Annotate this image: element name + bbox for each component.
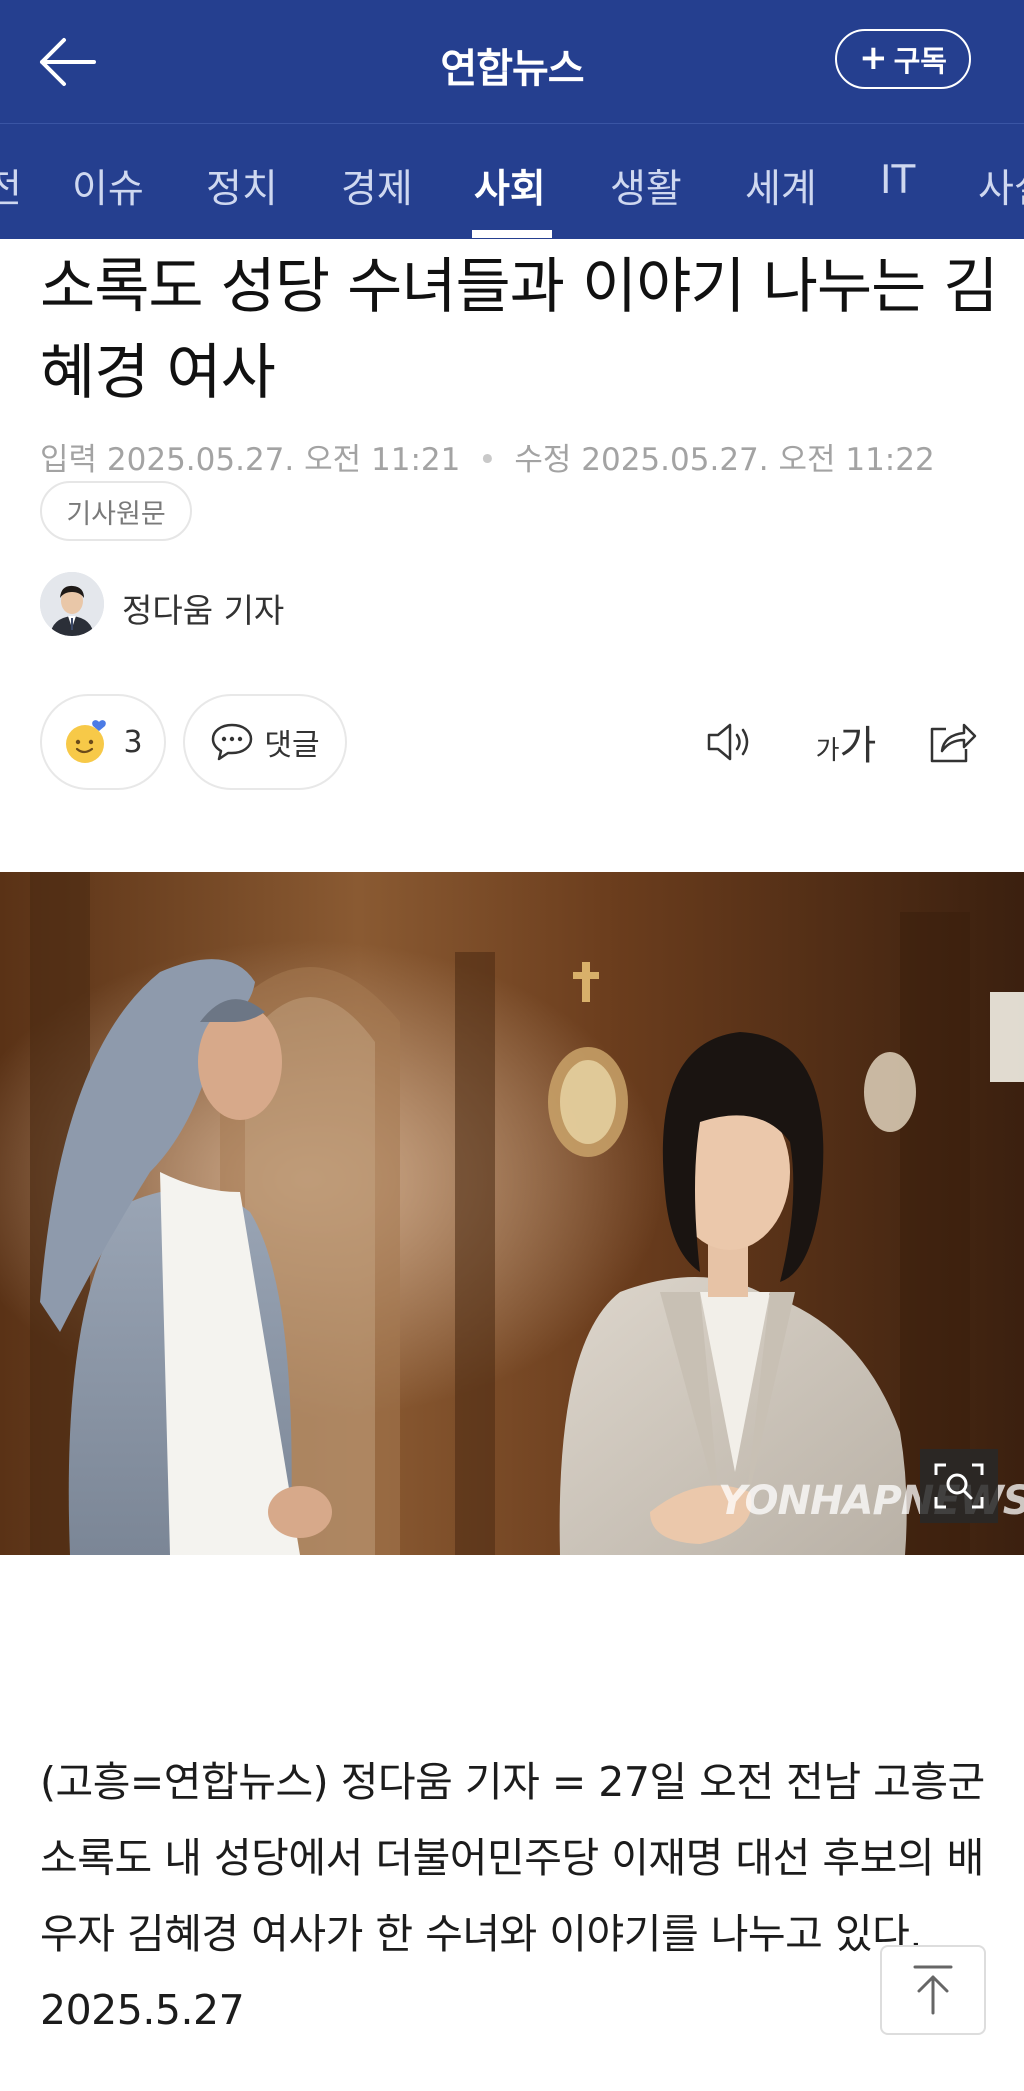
- font-size-large: 가: [839, 723, 877, 769]
- reaction-count: 3: [123, 724, 143, 760]
- original-article-button[interactable]: 기사원문: [40, 481, 192, 541]
- meta-separator: •: [478, 442, 497, 478]
- speech-bubble-icon: [212, 723, 253, 761]
- photo-caption: (고흥=연합뉴스) 정다움 기자 = 27일 오전 전남 고흥군 소록도 내 성…: [40, 1758, 985, 2034]
- avatar-image: [40, 572, 104, 636]
- text-to-speech-button[interactable]: [700, 712, 760, 772]
- avatar[interactable]: [40, 572, 104, 636]
- speaker-icon: [707, 723, 749, 761]
- share-icon: [930, 723, 977, 763]
- tab-world[interactable]: 세계: [745, 158, 817, 214]
- category-tabs: 전 이슈 정치 경제 사회 생활 세계 IT 사설: [0, 123, 1024, 239]
- tab-it[interactable]: IT: [880, 158, 915, 203]
- tab-editorial[interactable]: 사설: [978, 158, 1024, 214]
- input-time: 2025.05.27. 오전 11:21: [106, 442, 461, 478]
- article-photo[interactable]: YONHAPNEWS: [0, 872, 1024, 1555]
- input-label: 입력: [40, 442, 98, 478]
- article-meta: 입력 2025.05.27. 오전 11:21 • 수정 2025.05.27.…: [40, 434, 935, 479]
- tab-society[interactable]: 사회: [474, 158, 546, 214]
- font-size-button[interactable]: 가가: [808, 712, 884, 772]
- active-tab-indicator: [472, 230, 552, 238]
- article-headline: 소록도 성당 수녀들과 이야기 나누는 김혜경 여사: [40, 252, 999, 408]
- edit-time: 2025.05.27. 오전 11:22: [581, 442, 935, 478]
- subscribe-label: 구독: [893, 44, 947, 78]
- font-size-small: 가: [815, 736, 840, 766]
- tab-0[interactable]: 전: [0, 158, 22, 214]
- tab-life[interactable]: 생활: [610, 158, 682, 214]
- edit-label: 수정: [514, 442, 572, 478]
- comment-label: 댓글: [264, 728, 320, 763]
- tab-economy[interactable]: 경제: [341, 158, 413, 214]
- tab-politics[interactable]: 정치: [206, 158, 278, 214]
- photo-illustration: [0, 872, 1024, 1555]
- arrow-up-icon: [913, 1965, 953, 2015]
- plus-icon: +: [859, 37, 888, 78]
- scroll-top-button[interactable]: [880, 1945, 986, 2035]
- photo-zoom-button[interactable]: [920, 1449, 998, 1523]
- font-size-icon: 가가: [816, 713, 877, 771]
- zoom-icon: [934, 1463, 984, 1509]
- subscribe-button[interactable]: + 구독: [835, 29, 971, 89]
- tab-issue[interactable]: 이슈: [72, 158, 144, 214]
- smile-heart-icon: [66, 720, 107, 763]
- comment-button[interactable]: 댓글: [183, 694, 347, 790]
- author-name[interactable]: 정다움 기자: [122, 584, 284, 632]
- share-button[interactable]: [922, 712, 982, 772]
- reaction-button[interactable]: 3: [40, 694, 166, 790]
- app-header: 연합뉴스 + 구독: [0, 0, 1024, 123]
